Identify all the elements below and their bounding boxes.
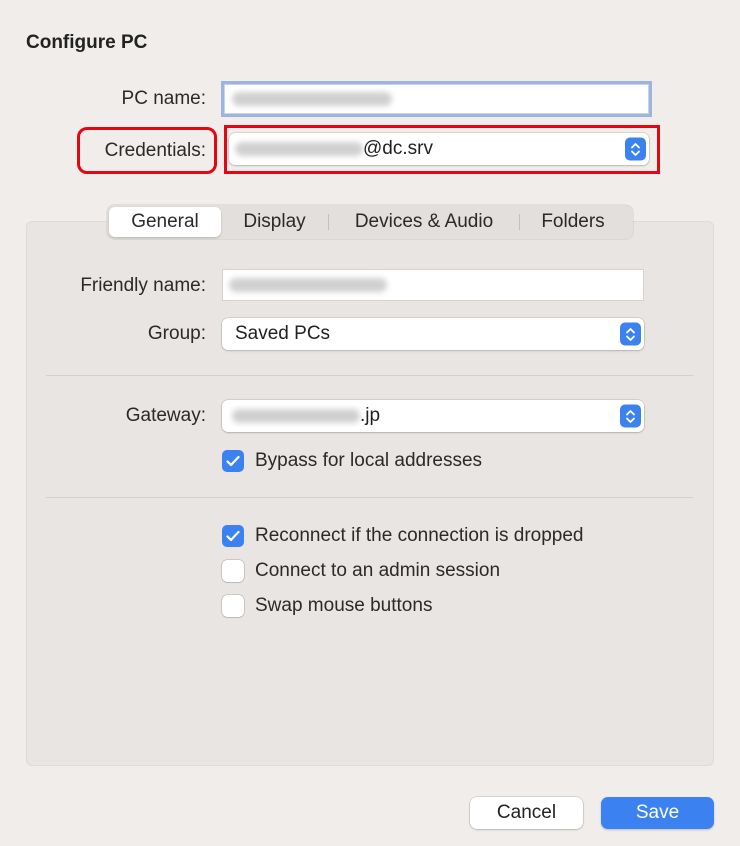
tab-bar: General Display Devices & Audio Folders <box>107 205 633 239</box>
pc-name-redacted <box>232 92 392 106</box>
cancel-button[interactable]: Cancel <box>470 797 583 829</box>
bypass-local-checkbox[interactable]: Bypass for local addresses <box>222 450 482 472</box>
credentials-value: @dc.srv <box>363 138 433 159</box>
tab-general[interactable]: General <box>109 207 221 237</box>
admin-session-label: Connect to an admin session <box>255 560 501 581</box>
credentials-label: Credentials: <box>104 140 206 161</box>
dialog-title: Configure PC <box>26 32 148 53</box>
updown-chevron-icon <box>620 404 641 428</box>
group-value: Saved PCs <box>235 323 331 344</box>
reconnect-checkbox[interactable]: Reconnect if the connection is dropped <box>222 525 584 547</box>
tab-display[interactable]: Display <box>221 207 328 237</box>
empty-checkbox-icon <box>222 560 244 582</box>
save-button[interactable]: Save <box>601 797 714 829</box>
section-divider <box>46 497 693 498</box>
settings-panel <box>26 221 714 766</box>
admin-session-checkbox[interactable]: Connect to an admin session <box>222 560 500 582</box>
tab-devices-audio[interactable]: Devices & Audio <box>329 207 519 237</box>
updown-chevron-icon <box>620 322 641 346</box>
friendly-name-redacted <box>229 278 387 292</box>
group-popup[interactable]: Saved PCs <box>222 318 644 350</box>
swap-mouse-checkbox[interactable]: Swap mouse buttons <box>222 595 432 617</box>
friendly-name-label: Friendly name: <box>80 275 206 296</box>
section-divider <box>46 375 693 376</box>
group-label: Group: <box>147 323 206 344</box>
gateway-popup[interactable]: .jp <box>222 400 644 432</box>
credentials-popup[interactable]: @dc.srv <box>229 133 649 165</box>
updown-chevron-icon <box>625 137 646 161</box>
checkmark-icon <box>222 450 244 472</box>
pc-name-field[interactable] <box>221 81 652 117</box>
credentials-redacted <box>235 142 363 156</box>
bypass-local-label: Bypass for local addresses <box>255 450 483 471</box>
gateway-redacted <box>232 409 360 423</box>
swap-mouse-label: Swap mouse buttons <box>255 595 433 616</box>
friendly-name-field[interactable] <box>222 269 644 301</box>
reconnect-label: Reconnect if the connection is dropped <box>255 525 584 546</box>
tab-folders[interactable]: Folders <box>520 207 626 237</box>
empty-checkbox-icon <box>222 595 244 617</box>
gateway-value: .jp <box>360 405 381 426</box>
pc-name-label: PC name: <box>121 88 206 109</box>
gateway-label: Gateway: <box>125 405 206 426</box>
checkmark-icon <box>222 525 244 547</box>
